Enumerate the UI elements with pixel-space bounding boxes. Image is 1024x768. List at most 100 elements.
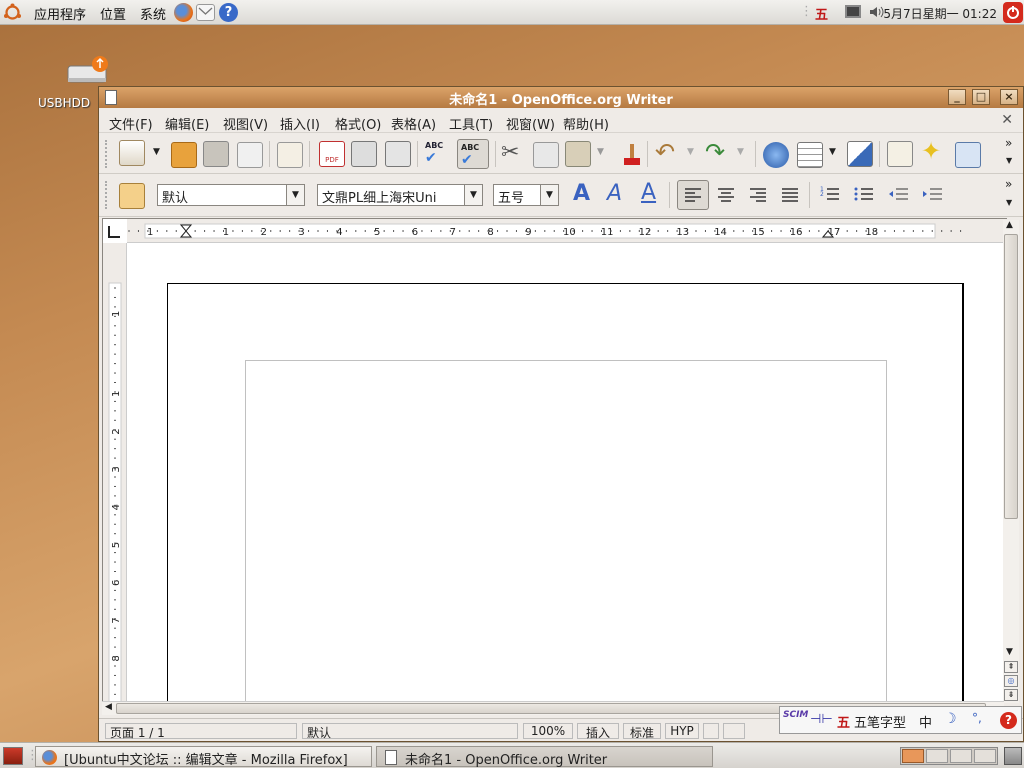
applications-menu[interactable]: 应用程序: [34, 4, 86, 23]
align-center-icon[interactable]: [713, 182, 739, 208]
help-icon[interactable]: ?: [219, 3, 238, 22]
hyperlink-mode-indicator[interactable]: HYP: [665, 723, 699, 739]
copy-icon[interactable]: [533, 142, 559, 168]
redo-icon[interactable]: ↷: [705, 138, 725, 166]
volume-icon[interactable]: [868, 4, 884, 20]
menu-view[interactable]: 视图(V): [223, 114, 268, 133]
menu-format[interactable]: 格式(O): [335, 114, 381, 133]
show-desktop-icon[interactable]: [3, 747, 23, 765]
clock[interactable]: 5月7日星期一 01:22: [883, 5, 997, 22]
format-paintbrush-icon[interactable]: [619, 141, 645, 167]
usb-drive-icon[interactable]: [66, 56, 108, 86]
toolbar-overflow-icon[interactable]: »: [1005, 177, 1012, 191]
paste-icon[interactable]: [565, 141, 591, 167]
ime-indicator[interactable]: 五: [815, 4, 828, 23]
punctuation-icon[interactable]: °,: [972, 711, 982, 725]
input-switch-icon[interactable]: ⊣⊢: [810, 712, 833, 727]
paste-dropdown-icon[interactable]: ▼: [597, 147, 604, 157]
scroll-down-icon[interactable]: ▼: [1006, 647, 1013, 657]
shutdown-icon[interactable]: [1003, 2, 1023, 23]
cut-icon[interactable]: ✂: [501, 140, 519, 165]
scroll-up-icon[interactable]: ▲: [1006, 220, 1013, 230]
chevron-down-icon[interactable]: ▼: [286, 185, 304, 205]
toolbar-options-icon[interactable]: ▼: [1006, 156, 1012, 165]
decrease-indent-icon[interactable]: [885, 182, 911, 208]
ime-help-icon[interactable]: ?: [1000, 712, 1017, 729]
gallery-icon[interactable]: [955, 142, 981, 168]
new-dropdown-icon[interactable]: ▼: [153, 147, 160, 157]
scrollbar-thumb[interactable]: [1004, 234, 1018, 519]
toolbar-grip[interactable]: [105, 140, 109, 168]
paragraph-style-select[interactable]: 默认 ▼: [157, 184, 305, 206]
toolbar-overflow-icon[interactable]: »: [1005, 136, 1012, 150]
workspace-3[interactable]: [950, 749, 972, 763]
navigation-icon[interactable]: ◎: [1004, 675, 1018, 687]
open-folder-icon[interactable]: [171, 142, 197, 168]
half-full-width-icon[interactable]: ☽: [944, 711, 957, 727]
taskbar-writer[interactable]: 未命名1 - OpenOffice.org Writer: [376, 746, 713, 768]
menu-table[interactable]: 表格(A): [391, 114, 436, 133]
trash-icon[interactable]: [1004, 747, 1022, 765]
spellcheck-icon[interactable]: ABC ✔: [425, 141, 451, 167]
table-icon[interactable]: [797, 142, 823, 168]
undo-icon[interactable]: ↶: [655, 138, 675, 166]
modified-indicator[interactable]: [703, 723, 719, 739]
email-icon[interactable]: [237, 142, 263, 168]
font-size-select[interactable]: 五号 ▼: [493, 184, 559, 206]
bold-icon[interactable]: A: [573, 181, 590, 206]
new-document-icon[interactable]: [119, 140, 145, 166]
title-bar[interactable]: 未命名1 - OpenOffice.org Writer _ □ ×: [99, 87, 1023, 108]
selection-mode-indicator[interactable]: 标准: [623, 723, 661, 740]
menu-insert[interactable]: 插入(I): [280, 114, 320, 133]
tab-stop-selector[interactable]: [108, 226, 120, 238]
maximize-button[interactable]: □: [972, 89, 990, 105]
ime-mode-char[interactable]: 五: [837, 712, 850, 731]
scim-logo[interactable]: SCIM: [783, 711, 808, 720]
justify-icon[interactable]: [777, 182, 803, 208]
menu-tools[interactable]: 工具(T): [449, 114, 493, 133]
save-icon[interactable]: [203, 141, 229, 167]
scroll-left-icon[interactable]: ◀: [105, 702, 112, 712]
menu-edit[interactable]: 编辑(E): [165, 114, 209, 133]
horizontal-ruler[interactable]: 1 1 2 3 4 5 6 7 8 9 10 11 12 13 14 15 16 17 18: [127, 219, 1008, 243]
close-button[interactable]: ×: [1000, 89, 1018, 105]
font-name-select[interactable]: 文鼎PL细上海宋Uni ▼: [317, 184, 483, 206]
style-indicator[interactable]: 默认: [302, 723, 518, 740]
workspace-2[interactable]: [926, 749, 948, 763]
page-indicator[interactable]: 页面 1 / 1: [105, 723, 297, 740]
system-menu[interactable]: 系统: [140, 4, 166, 23]
chevron-down-icon[interactable]: ▼: [464, 185, 482, 205]
increase-indent-icon[interactable]: [919, 182, 945, 208]
chinese-english-toggle[interactable]: 中: [919, 712, 932, 731]
text-boundary[interactable]: [245, 360, 887, 703]
workspace-switcher[interactable]: [900, 747, 998, 765]
styles-formatting-icon[interactable]: [119, 183, 145, 209]
show-draw-functions-icon[interactable]: [847, 141, 873, 167]
align-left-icon[interactable]: [677, 180, 709, 210]
print-preview-icon[interactable]: [385, 141, 411, 167]
workspace-4[interactable]: [974, 749, 996, 763]
vertical-scrollbar[interactable]: ▲ ▼ ⇞ ◎ ⇟: [1003, 220, 1019, 703]
edit-file-icon[interactable]: [277, 142, 303, 168]
toolbar-options-icon[interactable]: ▼: [1006, 198, 1012, 207]
print-icon[interactable]: [351, 141, 377, 167]
insert-mode-indicator[interactable]: 插入: [577, 723, 619, 740]
find-replace-icon[interactable]: [887, 141, 913, 167]
underline-icon[interactable]: A: [641, 180, 656, 205]
workspace-1[interactable]: [902, 749, 924, 763]
menu-file[interactable]: 文件(F): [109, 114, 153, 133]
redo-dropdown-icon[interactable]: ▼: [737, 147, 744, 157]
hyperlink-icon[interactable]: [763, 142, 789, 168]
numbering-icon[interactable]: 12: [817, 182, 843, 208]
export-pdf-icon[interactable]: PDF: [319, 141, 345, 167]
network-icon[interactable]: [845, 5, 861, 18]
vertical-ruler[interactable]: 1 1 2 3 4 5 6 7 8: [103, 243, 127, 704]
ime-mode-label[interactable]: 五笔字型: [854, 712, 906, 731]
ubuntu-logo-icon[interactable]: [3, 3, 22, 22]
toolbar-grip[interactable]: [105, 181, 109, 209]
zoom-indicator[interactable]: 100%: [523, 723, 573, 739]
close-document-icon[interactable]: ✕: [1001, 112, 1013, 128]
menu-help[interactable]: 帮助(H): [563, 114, 609, 133]
undo-dropdown-icon[interactable]: ▼: [687, 147, 694, 157]
navigator-icon[interactable]: ✦: [921, 137, 941, 165]
